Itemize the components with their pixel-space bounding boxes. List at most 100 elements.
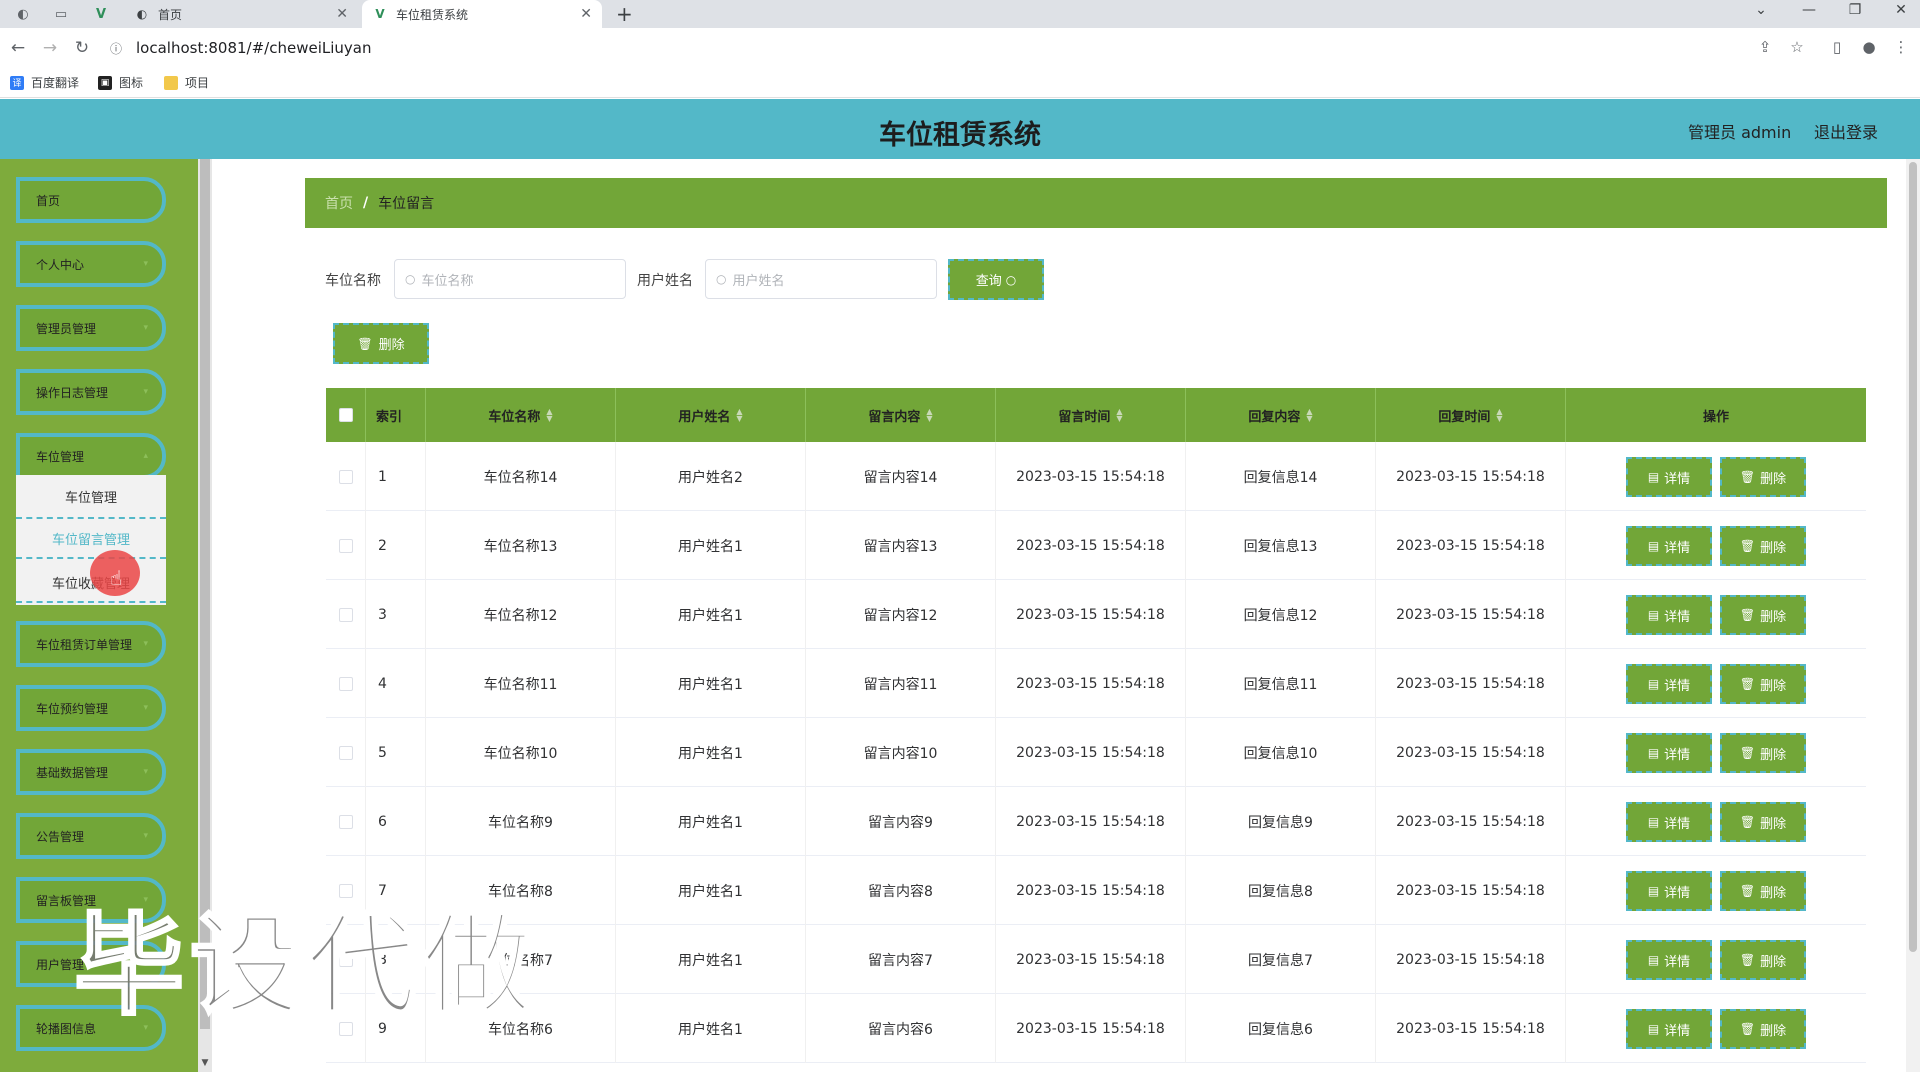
bulk-delete-button[interactable]: 🗑 删除 — [333, 323, 429, 364]
sort-icon[interactable]: ▲ ▼ — [546, 408, 552, 423]
detail-button[interactable]: ▤ 详情 — [1626, 1009, 1712, 1049]
query-button[interactable]: 查询 ○ — [948, 259, 1044, 300]
sort-icon[interactable]: ▲ ▼ — [736, 408, 742, 423]
close-icon[interactable]: ✕ — [336, 6, 348, 22]
breadcrumb-home[interactable]: 首页 — [325, 193, 353, 213]
vue-icon[interactable]: V — [90, 4, 112, 24]
delete-button[interactable]: 🗑 删除 — [1720, 1009, 1806, 1049]
detail-button[interactable]: ▤ 详情 — [1626, 526, 1712, 566]
select-all-checkbox[interactable] — [338, 408, 353, 422]
cell-actions: ▤ 详情 🗑 删除 — [1566, 718, 1866, 787]
submenu-item-message[interactable]: 车位留言管理 — [16, 517, 166, 559]
sidebar-item-oplog[interactable]: 操作日志管理 ▾ — [16, 369, 166, 415]
sort-icon[interactable]: ▲ ▼ — [1116, 408, 1122, 423]
sidebar-item-parking[interactable]: 车位管理 ▴ — [16, 433, 166, 479]
sidebar-item-basic-data[interactable]: 基础数据管理 ▾ — [16, 749, 166, 795]
cell-user-name: 用户姓名1 — [616, 580, 806, 649]
bookmark-project[interactable]: 项目 — [164, 74, 209, 91]
sidebar-item-home[interactable]: 首页 — [16, 177, 166, 223]
delete-button[interactable]: 🗑 删除 — [1720, 871, 1806, 911]
profile-icon[interactable]: ● — [1858, 38, 1880, 56]
blank-tab-icon[interactable]: ▭ — [50, 4, 72, 24]
scroll-down-icon[interactable]: ▼ — [199, 1058, 211, 1068]
cell-select — [326, 580, 366, 649]
sort-icon[interactable]: ▲ ▼ — [926, 408, 932, 423]
sidebar-item-notices[interactable]: 公告管理 ▾ — [16, 813, 166, 859]
cell-message-content: 留言内容8 — [806, 856, 996, 925]
col-reply-content[interactable]: 回复内容 ▲ ▼ — [1186, 388, 1376, 442]
close-window-icon[interactable]: ✕ — [1886, 2, 1916, 18]
parking-name-input[interactable]: ○ 车位名称 — [394, 259, 626, 299]
detail-button[interactable]: ▤ 详情 — [1626, 664, 1712, 704]
cell-message-time: 2023-03-15 15:54:18 — [996, 580, 1186, 649]
row-checkbox[interactable] — [338, 745, 353, 760]
bookmark-icons[interactable]: ▣ 图标 — [98, 74, 143, 91]
more-icon[interactable]: ⋮ — [1890, 38, 1912, 56]
parking-name-placeholder: 车位名称 — [421, 273, 474, 289]
sidebar-item-admin[interactable]: 管理员管理 ▾ — [16, 305, 166, 351]
back-icon[interactable]: ← — [6, 36, 30, 60]
col-parking-name[interactable]: 车位名称 ▲ ▼ — [426, 388, 616, 442]
sidepanel-icon[interactable]: ▯ — [1826, 38, 1848, 56]
sidebar-item-reservations[interactable]: 车位预约管理 ▾ — [16, 685, 166, 731]
cell-user-name: 用户姓名1 — [616, 718, 806, 787]
sidebar-item-profile[interactable]: 个人中心 ▾ — [16, 241, 166, 287]
new-tab-button[interactable]: + — [616, 2, 633, 26]
sidebar-item-rental-orders[interactable]: 车位租赁订单管理 ▾ — [16, 621, 166, 667]
col-message-content[interactable]: 留言内容 ▲ ▼ — [806, 388, 996, 442]
bookmark-baidu-translate[interactable]: 译 百度翻译 — [10, 74, 79, 91]
detail-button[interactable]: ▤ 详情 — [1626, 457, 1712, 497]
trash-icon: 🗑 — [1739, 815, 1756, 829]
globe-icon[interactable]: ◐ — [12, 4, 34, 24]
delete-button[interactable]: 🗑 删除 — [1720, 940, 1806, 980]
star-icon[interactable]: ☆ — [1786, 38, 1808, 56]
cell-user-name: 用户姓名1 — [616, 649, 806, 718]
col-message-time[interactable]: 留言时间 ▲ ▼ — [996, 388, 1186, 442]
delete-button[interactable]: 🗑 删除 — [1720, 457, 1806, 497]
detail-button[interactable]: ▤ 详情 — [1626, 940, 1712, 980]
logout-link[interactable]: 退出登录 — [1814, 119, 1878, 143]
submenu-item-parking[interactable]: 车位管理 — [16, 475, 166, 517]
cell-message-content: 留言内容13 — [806, 511, 996, 580]
row-checkbox[interactable] — [338, 676, 353, 691]
reload-icon[interactable]: ↻ — [70, 36, 94, 60]
col-reply-time[interactable]: 回复时间 ▲ ▼ — [1376, 388, 1566, 442]
url-field[interactable]: ⓘ localhost:8081/#/cheweiLiuyan — [106, 33, 1806, 63]
delete-button[interactable]: 🗑 删除 — [1720, 526, 1806, 566]
sort-icon[interactable]: ▲ ▼ — [1496, 408, 1502, 423]
tab-system[interactable]: V 车位租赁系统 ✕ — [362, 0, 602, 28]
cell-user-name: 用户姓名2 — [616, 442, 806, 511]
info-icon[interactable]: ⓘ — [106, 40, 126, 57]
detail-button[interactable]: ▤ 详情 — [1626, 871, 1712, 911]
delete-button[interactable]: 🗑 删除 — [1720, 733, 1806, 773]
row-checkbox[interactable] — [338, 538, 353, 553]
forward-icon[interactable]: → — [38, 36, 62, 60]
row-checkbox[interactable] — [338, 469, 353, 484]
page-scroll-thumb[interactable] — [1909, 162, 1917, 952]
chevron-down-icon: ▾ — [143, 767, 148, 777]
user-name-input[interactable]: ○ 用户姓名 — [705, 259, 937, 299]
share-icon[interactable]: ⇪ — [1754, 38, 1776, 56]
trash-icon: 🗑 — [357, 336, 373, 351]
cell-reply-time: 2023-03-15 15:54:18 — [1376, 718, 1566, 787]
row-checkbox[interactable] — [338, 607, 353, 622]
chevron-down-icon: ▾ — [143, 259, 148, 269]
delete-button[interactable]: 🗑 删除 — [1720, 664, 1806, 704]
sort-icon[interactable]: ▲ ▼ — [1306, 408, 1312, 423]
detail-button[interactable]: ▤ 详情 — [1626, 595, 1712, 635]
detail-button[interactable]: ▤ 详情 — [1626, 802, 1712, 842]
col-user-name[interactable]: 用户姓名 ▲ ▼ — [616, 388, 806, 442]
trash-icon: 🗑 — [1739, 953, 1756, 967]
detail-button[interactable]: ▤ 详情 — [1626, 733, 1712, 773]
row-checkbox[interactable] — [338, 814, 353, 829]
translate-icon: 译 — [10, 75, 24, 90]
restore-icon[interactable]: ❐ — [1840, 2, 1870, 18]
tab-list-icon[interactable]: ⌄ — [1746, 2, 1776, 18]
cell-message-time: 2023-03-15 15:54:18 — [996, 442, 1186, 511]
delete-button[interactable]: 🗑 删除 — [1720, 802, 1806, 842]
minimize-icon[interactable]: — — [1794, 2, 1824, 18]
close-icon[interactable]: ✕ — [580, 6, 592, 22]
tab-home[interactable]: ◐ 首页 ✕ — [124, 0, 358, 28]
delete-button[interactable]: 🗑 删除 — [1720, 595, 1806, 635]
cell-message-time: 2023-03-15 15:54:18 — [996, 925, 1186, 994]
